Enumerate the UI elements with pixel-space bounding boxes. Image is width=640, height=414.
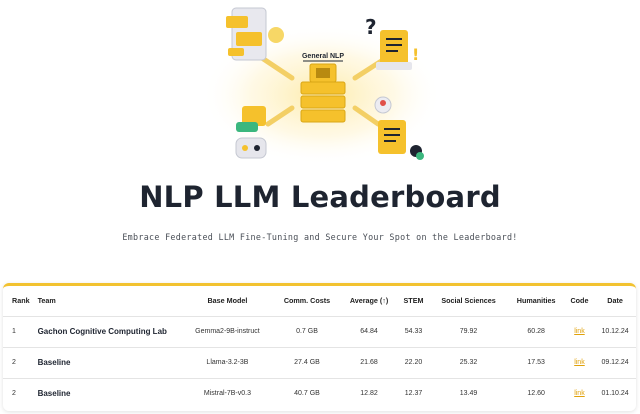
hero-graphic: ? ! General NLP [202,7,442,165]
cell-stem: 12.37 [397,377,430,409]
cell-rank: 2 [3,377,32,409]
svg-text:!: ! [412,45,419,64]
cell-average: 21.68 [340,346,398,378]
col-humanities[interactable]: Humanities [508,286,565,316]
table-header-row: Rank Team Base Model Comm. Costs Average… [3,286,636,316]
cell-date: 09.12.24 [594,346,636,378]
col-comm-costs[interactable]: Comm. Costs [273,286,340,316]
col-rank[interactable]: Rank [3,286,32,316]
col-code[interactable]: Code [565,286,594,316]
general-nlp-label: General NLP [302,53,344,60]
cell-social-sciences: 25.32 [429,346,508,378]
general-nlp-badge: General NLP [302,53,344,62]
leaderboard-card: Rank Team Base Model Comm. Costs Average… [3,283,636,411]
cell-comm-costs: 0.7 GB [273,315,341,347]
cell-date: 10.12.24 [594,315,636,347]
leaderboard-table: Rank Team Base Model Comm. Costs Average… [3,286,636,409]
col-social-sciences[interactable]: Social Sciences [430,286,508,316]
cell-base-model: Mistral-7B-v0.3 [181,377,274,409]
cell-base-model: Gemma2-9B-instruct [181,315,274,347]
cell-stem: 54.33 [397,315,430,347]
cell-code: link [564,346,595,378]
cell-average: 64.84 [340,315,398,347]
cell-code: link [564,377,595,409]
cell-average: 12.82 [340,377,398,409]
page-title: NLP LLM Leaderboard [139,180,501,214]
code-link[interactable]: link [574,359,585,366]
cell-humanities: 17.53 [507,346,565,378]
cell-team: Baseline [31,346,182,378]
cell-team: Baseline [31,377,182,409]
code-link[interactable]: link [574,390,585,397]
svg-text:?: ? [365,15,377,39]
cell-base-model: Llama-3.2-3B [181,346,274,378]
cell-code: link [564,315,595,347]
col-date[interactable]: Date [594,286,636,316]
cell-comm-costs: 27.4 GB [273,346,341,378]
cell-rank: 2 [3,346,32,378]
col-stem[interactable]: STEM [397,286,429,316]
col-base-model[interactable]: Base Model [182,286,274,316]
code-link[interactable]: link [574,328,585,335]
page-subtitle: Embrace Federated LLM Fine-Tuning and Se… [122,232,518,242]
cell-team: Gachon Cognitive Computing Lab [31,315,182,347]
cell-rank: 1 [3,315,32,347]
table-row: 2 Baseline Llama-3.2-3B 27.4 GB 21.68 22… [3,346,636,378]
table-row: 2 Baseline Mistral-7B-v0.3 40.7 GB 12.82… [3,377,636,409]
cell-humanities: 60.28 [507,315,565,347]
cell-social-sciences: 79.92 [429,315,508,347]
cell-comm-costs: 40.7 GB [273,377,341,409]
cell-stem: 22.20 [397,346,430,378]
hero-illustration: ? ! General NLP [0,0,640,175]
cell-humanities: 12.60 [507,377,565,409]
table-row: 1 Gachon Cognitive Computing Lab Gemma2-… [3,315,636,347]
col-team[interactable]: Team [32,286,182,316]
col-average[interactable]: Average (↑) [341,286,398,316]
cell-social-sciences: 13.49 [429,377,508,409]
cell-date: 01.10.24 [594,377,636,409]
